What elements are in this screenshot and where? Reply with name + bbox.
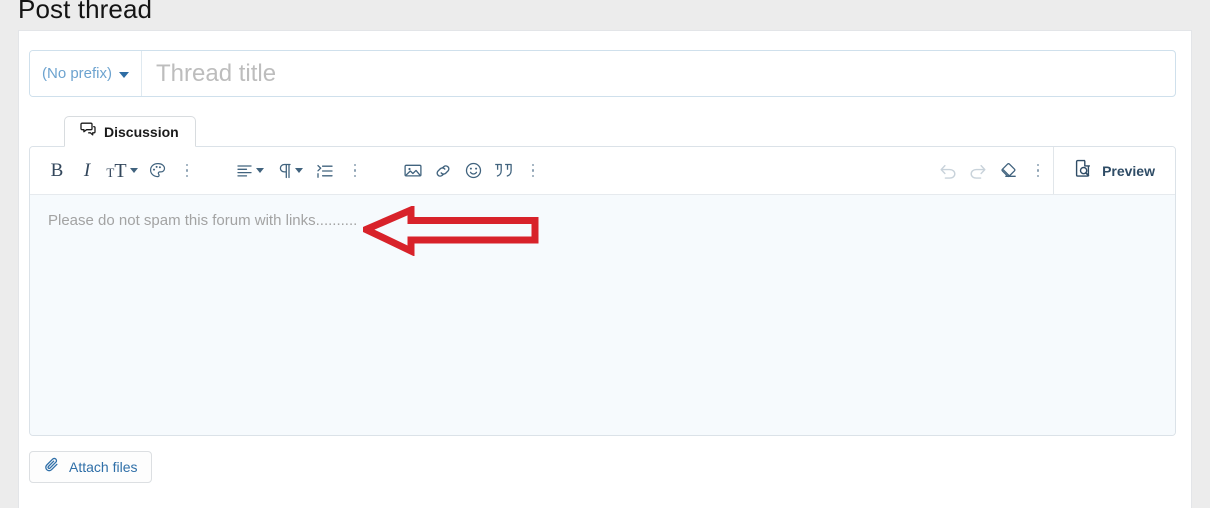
undo-icon bbox=[939, 163, 957, 179]
prefix-label: (No prefix) bbox=[42, 65, 113, 82]
redo-icon bbox=[969, 163, 987, 179]
toolbar-right-group: Preview bbox=[933, 147, 1175, 194]
editor-tabs: Discussion bbox=[64, 116, 196, 147]
text-color-button[interactable] bbox=[142, 156, 172, 186]
paperclip-icon bbox=[44, 457, 60, 478]
paragraph-more-button[interactable] bbox=[340, 156, 370, 186]
message-editor: B I TT Preview Please do not spam this f… bbox=[29, 146, 1176, 436]
remove-formatting-button[interactable] bbox=[993, 156, 1023, 186]
palette-icon bbox=[149, 162, 166, 179]
eraser-icon bbox=[999, 162, 1017, 179]
bold-button[interactable]: B bbox=[42, 156, 72, 186]
insert-link-button[interactable] bbox=[428, 156, 458, 186]
insert-more-button[interactable] bbox=[518, 156, 548, 186]
redo-button[interactable] bbox=[963, 156, 993, 186]
preview-button[interactable]: Preview bbox=[1053, 147, 1175, 194]
discussion-bubbles-icon bbox=[80, 122, 96, 142]
kebab-menu-icon bbox=[531, 163, 535, 178]
kebab-menu-icon bbox=[1036, 163, 1040, 178]
italic-button[interactable]: I bbox=[72, 156, 102, 186]
attach-files-button[interactable]: Attach files bbox=[29, 451, 153, 483]
link-icon bbox=[434, 162, 452, 180]
chevron-down-icon bbox=[129, 168, 138, 173]
thread-title-row: (No prefix) bbox=[29, 50, 1176, 97]
editor-toolbar: B I TT Preview bbox=[30, 147, 1175, 195]
preview-label: Preview bbox=[1102, 162, 1155, 179]
smiley-icon bbox=[465, 162, 482, 179]
insert-quote-button[interactable] bbox=[488, 156, 518, 186]
chevron-down-icon bbox=[119, 71, 130, 78]
undo-button[interactable] bbox=[933, 156, 963, 186]
toolbar-left-groups: B I TT bbox=[30, 147, 933, 194]
chevron-down-icon bbox=[255, 168, 264, 173]
insert-image-button[interactable] bbox=[398, 156, 428, 186]
align-button[interactable] bbox=[230, 156, 270, 186]
list-indent-button[interactable] bbox=[310, 156, 340, 186]
tab-discussion[interactable]: Discussion bbox=[64, 116, 196, 147]
document-search-icon bbox=[1074, 159, 1093, 183]
kebab-menu-icon bbox=[353, 163, 357, 178]
chevron-down-icon bbox=[294, 168, 303, 173]
editor-content-text: Please do not spam this forum with links… bbox=[48, 212, 358, 229]
image-icon bbox=[404, 163, 422, 178]
pilcrow-icon bbox=[278, 163, 292, 179]
attach-files-label: Attach files bbox=[69, 459, 138, 475]
thread-title-input[interactable] bbox=[142, 51, 1175, 96]
text-more-button[interactable] bbox=[172, 156, 202, 186]
prefix-select[interactable]: (No prefix) bbox=[30, 51, 143, 96]
font-size-icon: TT bbox=[106, 159, 127, 182]
page-title: Post thread bbox=[18, 0, 153, 24]
kebab-menu-icon bbox=[185, 163, 189, 178]
bold-icon: B bbox=[50, 160, 64, 181]
paragraph-button[interactable] bbox=[270, 156, 310, 186]
toolbar-group-paragraph bbox=[230, 156, 370, 186]
toolbar-group-insert bbox=[398, 156, 548, 186]
insert-emoji-button[interactable] bbox=[458, 156, 488, 186]
align-left-icon bbox=[236, 164, 253, 178]
indent-list-icon bbox=[317, 164, 333, 178]
italic-icon: I bbox=[83, 160, 91, 181]
history-more-button[interactable] bbox=[1023, 156, 1053, 186]
post-thread-card: (No prefix) Discussion B bbox=[18, 30, 1192, 508]
editor-content-area[interactable]: Please do not spam this forum with links… bbox=[30, 195, 1175, 435]
tab-discussion-label: Discussion bbox=[104, 123, 179, 140]
quote-icon bbox=[494, 163, 513, 178]
font-size-button[interactable]: TT bbox=[102, 156, 142, 186]
toolbar-group-text-format: B I TT bbox=[42, 156, 202, 186]
